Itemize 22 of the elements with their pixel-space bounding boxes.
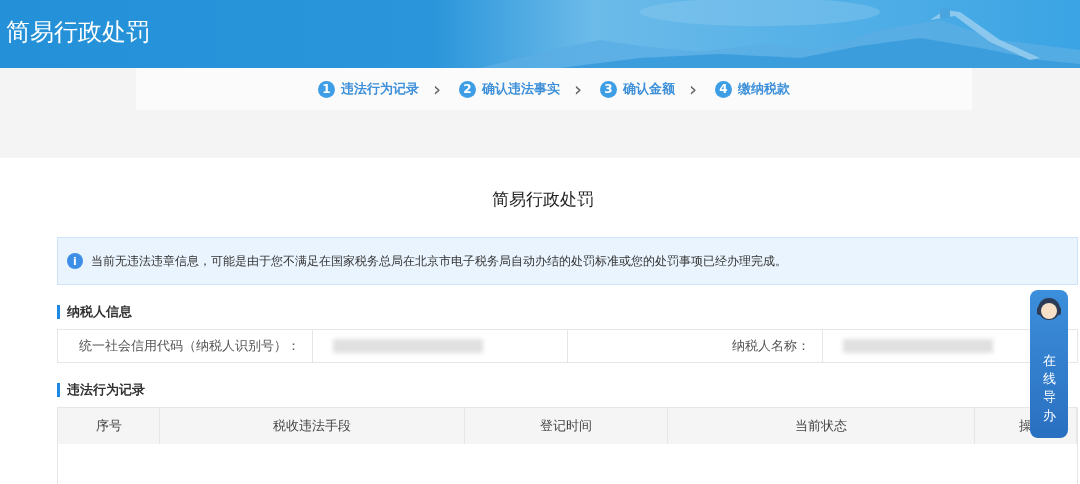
column-header: 当前状态: [668, 408, 975, 444]
step-number: 3: [600, 80, 617, 98]
step-label: 违法行为记录: [341, 80, 419, 98]
chevron-icon: ›: [433, 79, 441, 99]
page-header-title: 简易行政处罚: [6, 17, 150, 48]
field-label: 统一社会信用代码（纳税人识别号）：: [58, 330, 313, 362]
field-label: 纳税人名称：: [568, 330, 823, 362]
column-header: 登记时间: [465, 408, 668, 444]
chevron-icon: ›: [689, 79, 697, 99]
step-number: 4: [715, 80, 732, 98]
step-label: 确认违法事实: [482, 80, 560, 98]
step-number: 2: [459, 80, 476, 98]
online-guide-button[interactable]: 在线导办: [1030, 290, 1068, 438]
step-label: 确认金额: [623, 80, 675, 98]
content-title: 简易行政处罚: [490, 188, 595, 211]
step-number: 1: [318, 80, 335, 98]
step-label: 缴纳税款: [738, 80, 790, 98]
column-header: 序号: [58, 408, 160, 444]
info-icon: i: [67, 253, 83, 269]
notice-text: 当前无违法违章信息，可能是由于您不满足在国家税务总局在北京市电子税务局自动办结的处罚标准或您的处罚事项已经办理完成。: [91, 252, 787, 270]
column-header: 税收违法手段: [160, 408, 465, 444]
chevron-icon: ›: [574, 79, 582, 99]
